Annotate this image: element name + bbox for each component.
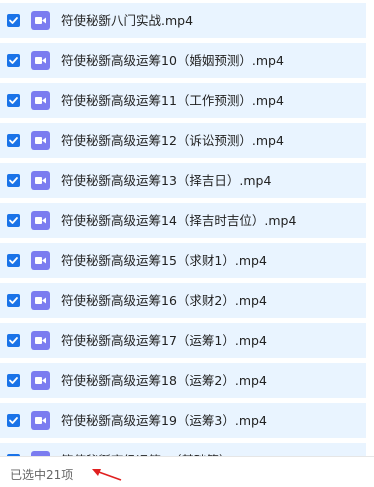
checkmark-icon [9,297,18,304]
file-checkbox[interactable] [7,254,20,267]
checkmark-icon [9,377,18,384]
file-row[interactable]: 符使秘斵高级运筹17（运筹1）.mp4 [0,323,366,358]
file-row[interactable]: 符使秘斵高级运筹11（工作预测）.mp4 [0,83,366,118]
file-checkbox[interactable] [7,174,20,187]
checkmark-icon [9,217,18,224]
file-row[interactable]: 符使秘斵高级运筹12（诉讼预测）.mp4 [0,123,366,158]
video-file-icon [31,251,50,270]
file-row[interactable]: 符使秘斵高级运筹14（择吉时吉位）.mp4 [0,203,366,238]
file-row[interactable]: 符使秘斵高级运筹19（运筹3）.mp4 [0,403,366,438]
video-file-icon [31,11,50,30]
file-name: 符使秘斵高级运筹19（运筹3）.mp4 [61,413,267,428]
file-checkbox[interactable] [7,334,20,347]
checkmark-icon [9,17,18,24]
video-file-icon [31,291,50,310]
file-checkbox[interactable] [7,14,20,27]
video-file-icon [31,211,50,230]
file-checkbox[interactable] [7,414,20,427]
status-bar: 已选中21项 [0,456,374,487]
file-row[interactable]: 符使秘斵八门实战.mp4 [0,3,366,38]
video-file-icon [31,411,50,430]
file-list[interactable]: 符使秘斵八门实战.mp4 符使秘斵高级运筹10（婚姻预测）.mp4 符使秘斵高级运筹… [0,0,374,456]
checkmark-icon [9,177,18,184]
video-file-icon [31,91,50,110]
file-name: 符使秘斵高级运筹12（诉讼预测）.mp4 [61,133,284,148]
video-file-icon [31,331,50,350]
file-name: 符使秘斵高级运筹18（运筹2）.mp4 [61,373,267,388]
file-checkbox[interactable] [7,374,20,387]
file-name: 符使秘斵高级运筹11（工作预测）.mp4 [61,93,284,108]
file-name: 符使秘斵高级运筹16（求财2）.mp4 [61,293,267,308]
red-arrow-icon [92,469,122,481]
file-name: 符使秘斵高级运筹13（择吉日）.mp4 [61,173,272,188]
file-checkbox[interactable] [7,94,20,107]
file-row[interactable]: 符使秘斵高级运筹10（婚姻预测）.mp4 [0,43,366,78]
checkmark-icon [9,57,18,64]
file-row[interactable]: 符使秘斵高级运筹15（求财1）.mp4 [0,243,366,278]
video-file-icon [31,171,50,190]
checkmark-icon [9,137,18,144]
checkmark-icon [9,417,18,424]
file-name: 符使秘斵高级运筹15（求财1）.mp4 [61,253,267,268]
selected-count: 已选中21项 [10,468,74,482]
file-checkbox[interactable] [7,294,20,307]
file-name: 符使秘斵八门实战.mp4 [61,13,194,28]
checkmark-icon [9,257,18,264]
file-row[interactable]: 符使秘斵高级运筹18（运筹2）.mp4 [0,363,366,398]
file-checkbox[interactable] [7,134,20,147]
file-row[interactable]: 符使秘斵高级运筹16（求财2）.mp4 [0,283,366,318]
file-row[interactable]: 符使秘斵高级运筹1（基础篇）.mp4 [0,443,366,456]
checkmark-icon [9,337,18,344]
video-file-icon [31,131,50,150]
file-checkbox[interactable] [7,54,20,67]
file-checkbox[interactable] [7,214,20,227]
file-name: 符使秘斵高级运筹10（婚姻预测）.mp4 [61,53,284,68]
checkmark-icon [9,97,18,104]
file-name: 符使秘斵高级运筹17（运筹1）.mp4 [61,333,267,348]
video-file-icon [31,371,50,390]
file-row[interactable]: 符使秘斵高级运筹13（择吉日）.mp4 [0,163,366,198]
video-file-icon [31,51,50,70]
file-name: 符使秘斵高级运筹14（择吉时吉位）.mp4 [61,213,297,228]
